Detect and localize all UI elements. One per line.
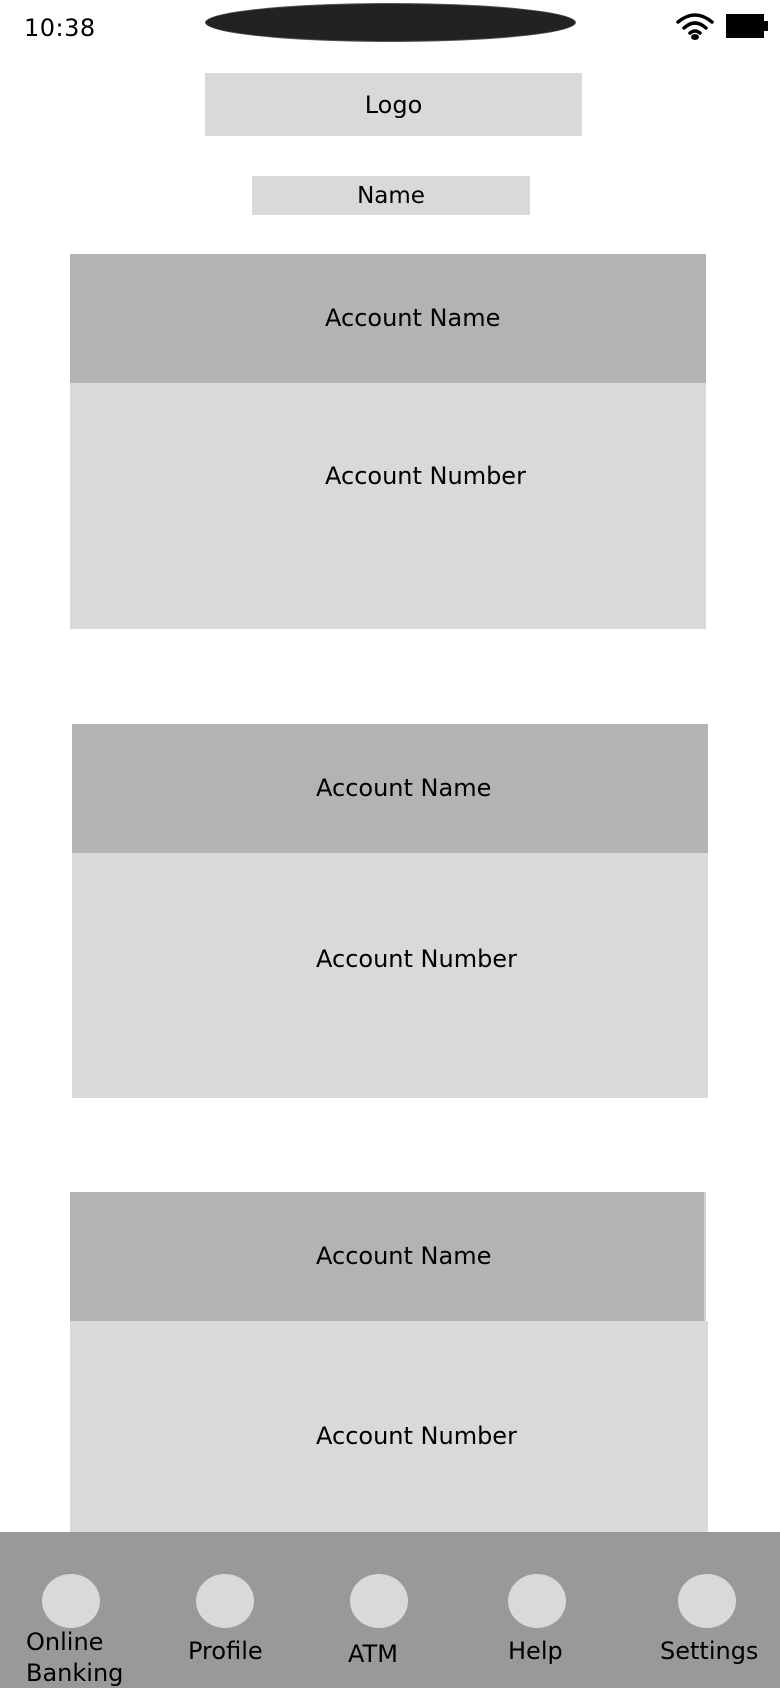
account-card[interactable]: Account Name Account Number <box>70 1192 708 1571</box>
nav-label-settings: Settings <box>660 1637 759 1665</box>
nav-label-atm: ATM <box>348 1640 398 1668</box>
online-banking-icon <box>42 1574 100 1628</box>
user-name-placeholder: Name <box>252 176 530 215</box>
account-number: Account Number <box>316 1422 517 1450</box>
account-card-header: Account Name <box>70 254 706 383</box>
atm-icon <box>350 1574 408 1628</box>
logo-label: Logo <box>364 90 423 119</box>
help-icon <box>508 1574 566 1628</box>
account-name: Account Name <box>316 1242 492 1270</box>
account-card[interactable]: Account Name Account Number <box>72 724 708 1098</box>
nav-item-settings[interactable]: Settings <box>640 1532 780 1688</box>
bottom-nav-bar: Online Banking Profile ATM Help Settings <box>0 1532 780 1688</box>
nav-item-atm[interactable]: ATM <box>330 1532 450 1688</box>
nav-item-profile[interactable]: Profile <box>170 1532 300 1688</box>
account-card-body: Account Number <box>70 383 706 629</box>
account-name: Account Name <box>316 774 492 802</box>
nav-item-help[interactable]: Help <box>490 1532 600 1688</box>
status-bar-time: 10:38 <box>24 14 96 42</box>
account-card-header: Account Name <box>72 724 708 853</box>
wifi-icon <box>676 13 714 40</box>
account-card-header: Account Name <box>70 1192 706 1321</box>
logo-placeholder: Logo <box>205 73 582 136</box>
profile-icon <box>196 1574 254 1628</box>
nav-item-online-banking[interactable]: Online Banking <box>0 1532 150 1688</box>
battery-icon <box>726 14 768 38</box>
camera-notch <box>205 3 576 42</box>
account-number: Account Number <box>325 462 526 490</box>
settings-icon <box>678 1574 736 1628</box>
account-name: Account Name <box>325 304 501 332</box>
account-card-body: Account Number <box>72 853 708 1098</box>
nav-label-help: Help <box>508 1637 563 1665</box>
user-name-label: Name <box>357 182 425 209</box>
nav-label-online-banking: Online Banking <box>26 1628 124 1687</box>
nav-label-profile: Profile <box>188 1637 263 1665</box>
account-number: Account Number <box>316 945 517 973</box>
account-card[interactable]: Account Name Account Number <box>70 254 706 629</box>
